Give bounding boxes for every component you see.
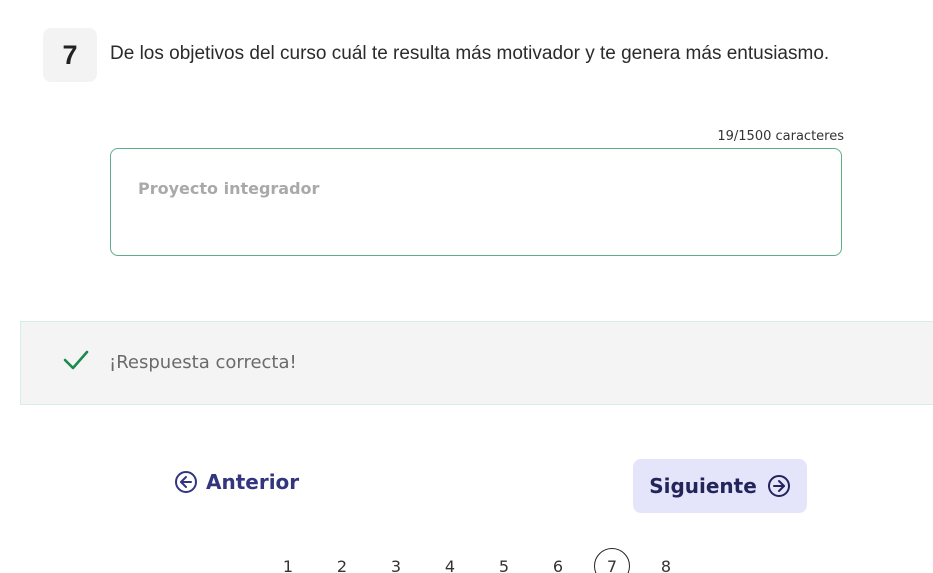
page-1[interactable]: 1: [270, 548, 306, 573]
previous-label: Anterior: [206, 470, 300, 494]
feedback-banner: ¡Respuesta correcta!: [20, 321, 933, 405]
previous-button[interactable]: Anterior: [174, 470, 299, 494]
character-counter: 19/1500 caracteres: [717, 129, 844, 144]
next-button[interactable]: Siguiente: [633, 459, 807, 513]
arrow-left-circle-icon: [175, 471, 197, 493]
answer-value: Proyecto integrador: [138, 179, 320, 198]
page-5[interactable]: 5: [486, 548, 522, 573]
page-3[interactable]: 3: [378, 548, 414, 573]
quiz-page: 7 De los objetivos del curso cuál te res…: [0, 0, 933, 573]
page-4[interactable]: 4: [432, 548, 468, 573]
check-icon: [63, 350, 89, 370]
page-8[interactable]: 8: [648, 548, 684, 573]
question-text: De los objetivos del curso cuál te resul…: [110, 43, 830, 64]
arrow-right-circle-icon: [767, 475, 790, 497]
answer-textarea[interactable]: Proyecto integrador: [110, 148, 842, 256]
page-6[interactable]: 6: [540, 548, 576, 573]
page-7-current[interactable]: 7: [594, 548, 630, 573]
pagination: 1 2 3 4 5 6 7 8: [270, 548, 702, 573]
page-2[interactable]: 2: [324, 548, 360, 573]
question-number: 7: [43, 28, 97, 82]
feedback-text: ¡Respuesta correcta!: [109, 352, 297, 373]
next-label: Siguiente: [649, 474, 757, 498]
